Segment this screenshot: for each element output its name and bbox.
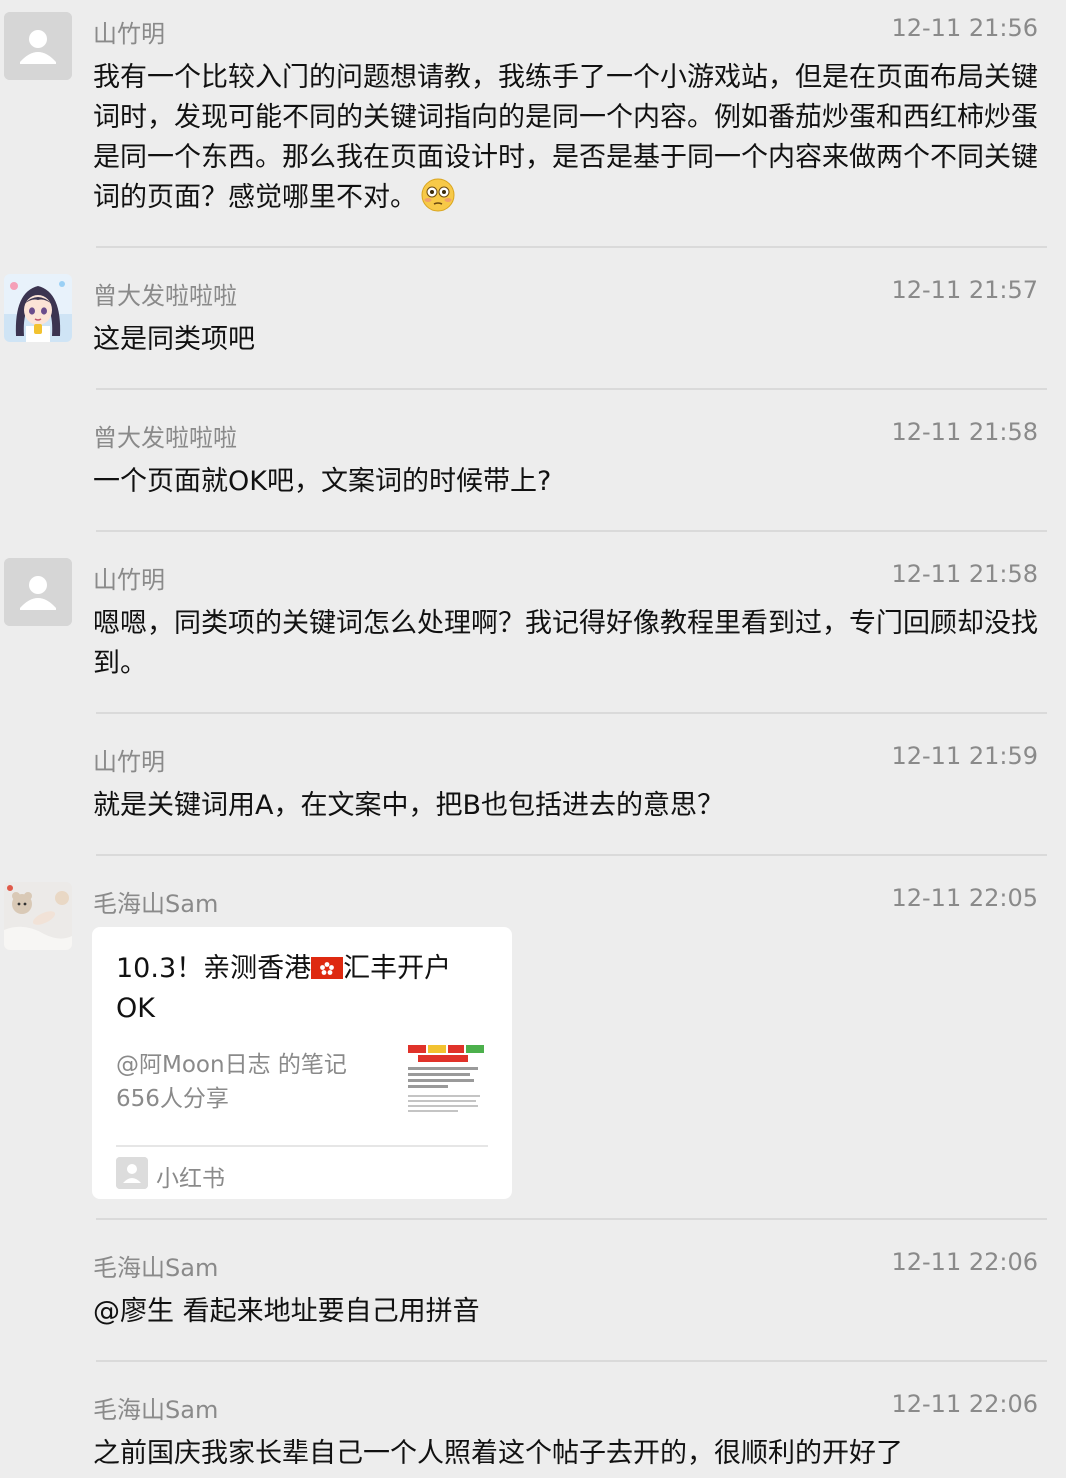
- message-divider: [96, 530, 1047, 532]
- avatar[interactable]: [4, 882, 72, 950]
- message-divider: [96, 712, 1047, 714]
- message-time: 12-11 21:59: [891, 742, 1038, 770]
- message-text-content: 我有一个比较入门的问题想请教，我练手了一个小游戏站，但是在页面布局关键词时，发现…: [93, 62, 1038, 213]
- message-text: 这是同类项吧: [93, 324, 255, 355]
- avatar[interactable]: [4, 12, 72, 80]
- card-title: 10.3！亲测香港 汇丰开户OK: [116, 949, 486, 1029]
- message-time: 12-11 21:58: [891, 560, 1038, 588]
- message-text: @廖生 看起来地址要自己用拼音: [93, 1296, 480, 1327]
- default-app-icon: [116, 1157, 148, 1189]
- default-avatar-icon: [4, 558, 72, 626]
- message-divider: [96, 1360, 1047, 1362]
- card-share-count: 656人分享: [116, 1086, 229, 1112]
- message-time: 12-11 21:57: [891, 276, 1038, 304]
- flushed-face-icon: [421, 178, 455, 212]
- sender-name[interactable]: 曾大发啦啦啦: [93, 418, 237, 453]
- card-thumbnail-image: [406, 1039, 488, 1121]
- card-divider: [116, 1145, 488, 1147]
- card-source: @阿Moon日志 的笔记: [116, 1052, 347, 1078]
- message-time: 12-11 22:06: [891, 1390, 1038, 1418]
- message-time: 12-11 21:58: [891, 418, 1038, 446]
- message-item: 山竹明 12-11 21:56 我有一个比较入门的问题想请教，我练手了一个小游戏…: [0, 12, 1066, 248]
- message-divider: [96, 388, 1047, 390]
- message-divider: [96, 1218, 1047, 1220]
- message-time: 12-11 22:05: [891, 884, 1038, 912]
- sender-name[interactable]: 山竹明: [93, 560, 165, 595]
- message-item: 山竹明 12-11 21:59 就是关键词用A，在文案中，把B也包括进去的意思？: [0, 740, 1066, 850]
- message-text: 就是关键词用A，在文案中，把B也包括进去的意思？: [93, 790, 724, 821]
- message-text: 一个页面就OK吧，文案词的时候带上?: [93, 466, 552, 497]
- message-item: 毛海山Sam 12-11 22:06 @廖生 看起来地址要自己用拼音: [0, 1246, 1066, 1356]
- sender-name[interactable]: 毛海山Sam: [93, 1390, 218, 1425]
- app-icon: [116, 1157, 148, 1189]
- shared-link-card[interactable]: 10.3！亲测香港 汇丰开户OK @阿Moon日志 的笔记 656人分享 小红书: [92, 927, 512, 1199]
- anime-girl-avatar-icon: [4, 274, 72, 342]
- message-item: 毛海山Sam 12-11 22:06 之前国庆我家长辈自己一个人照着这个帖子去开…: [0, 1388, 1066, 1478]
- message-divider: [96, 854, 1047, 856]
- sender-name[interactable]: 毛海山Sam: [93, 1248, 218, 1283]
- card-title-pre: 10.3！亲测香港: [116, 953, 312, 984]
- message-text: 嗯嗯，同类项的关键词怎么处理啊？我记得好像教程里看到过，专门回顾却没找到。: [93, 608, 1038, 679]
- avatar[interactable]: [4, 274, 72, 342]
- message-item: 毛海山Sam 12-11 22:05 10.3！亲测香港 汇丰开户OK @阿Mo…: [0, 882, 1066, 1212]
- message-time: 12-11 22:06: [891, 1248, 1038, 1276]
- message-item: 山竹明 12-11 21:58 嗯嗯，同类项的关键词怎么处理啊？我记得好像教程里…: [0, 558, 1066, 708]
- message-time: 12-11 21:56: [891, 14, 1038, 42]
- message-text: 之前国庆我家长辈自己一个人照着这个帖子去开的，很顺利的开好了: [93, 1438, 903, 1469]
- message-text: 我有一个比较入门的问题想请教，我练手了一个小游戏站，但是在页面布局关键词时，发现…: [93, 58, 1048, 218]
- card-app-name: 小红书: [156, 1166, 225, 1192]
- hong-kong-flag-icon: [311, 957, 344, 979]
- default-avatar-icon: [4, 12, 72, 80]
- sender-name[interactable]: 曾大发啦啦啦: [93, 276, 237, 311]
- sender-name[interactable]: 山竹明: [93, 742, 165, 777]
- plush-toy-avatar-icon: [4, 882, 72, 950]
- sender-name[interactable]: 毛海山Sam: [93, 884, 218, 919]
- sender-name[interactable]: 山竹明: [93, 14, 165, 49]
- message-item: 曾大发啦啦啦 12-11 21:57 这是同类项吧: [0, 274, 1066, 384]
- avatar[interactable]: [4, 558, 72, 626]
- message-divider: [96, 246, 1047, 248]
- message-item: 曾大发啦啦啦 12-11 21:58 一个页面就OK吧，文案词的时候带上?: [0, 416, 1066, 526]
